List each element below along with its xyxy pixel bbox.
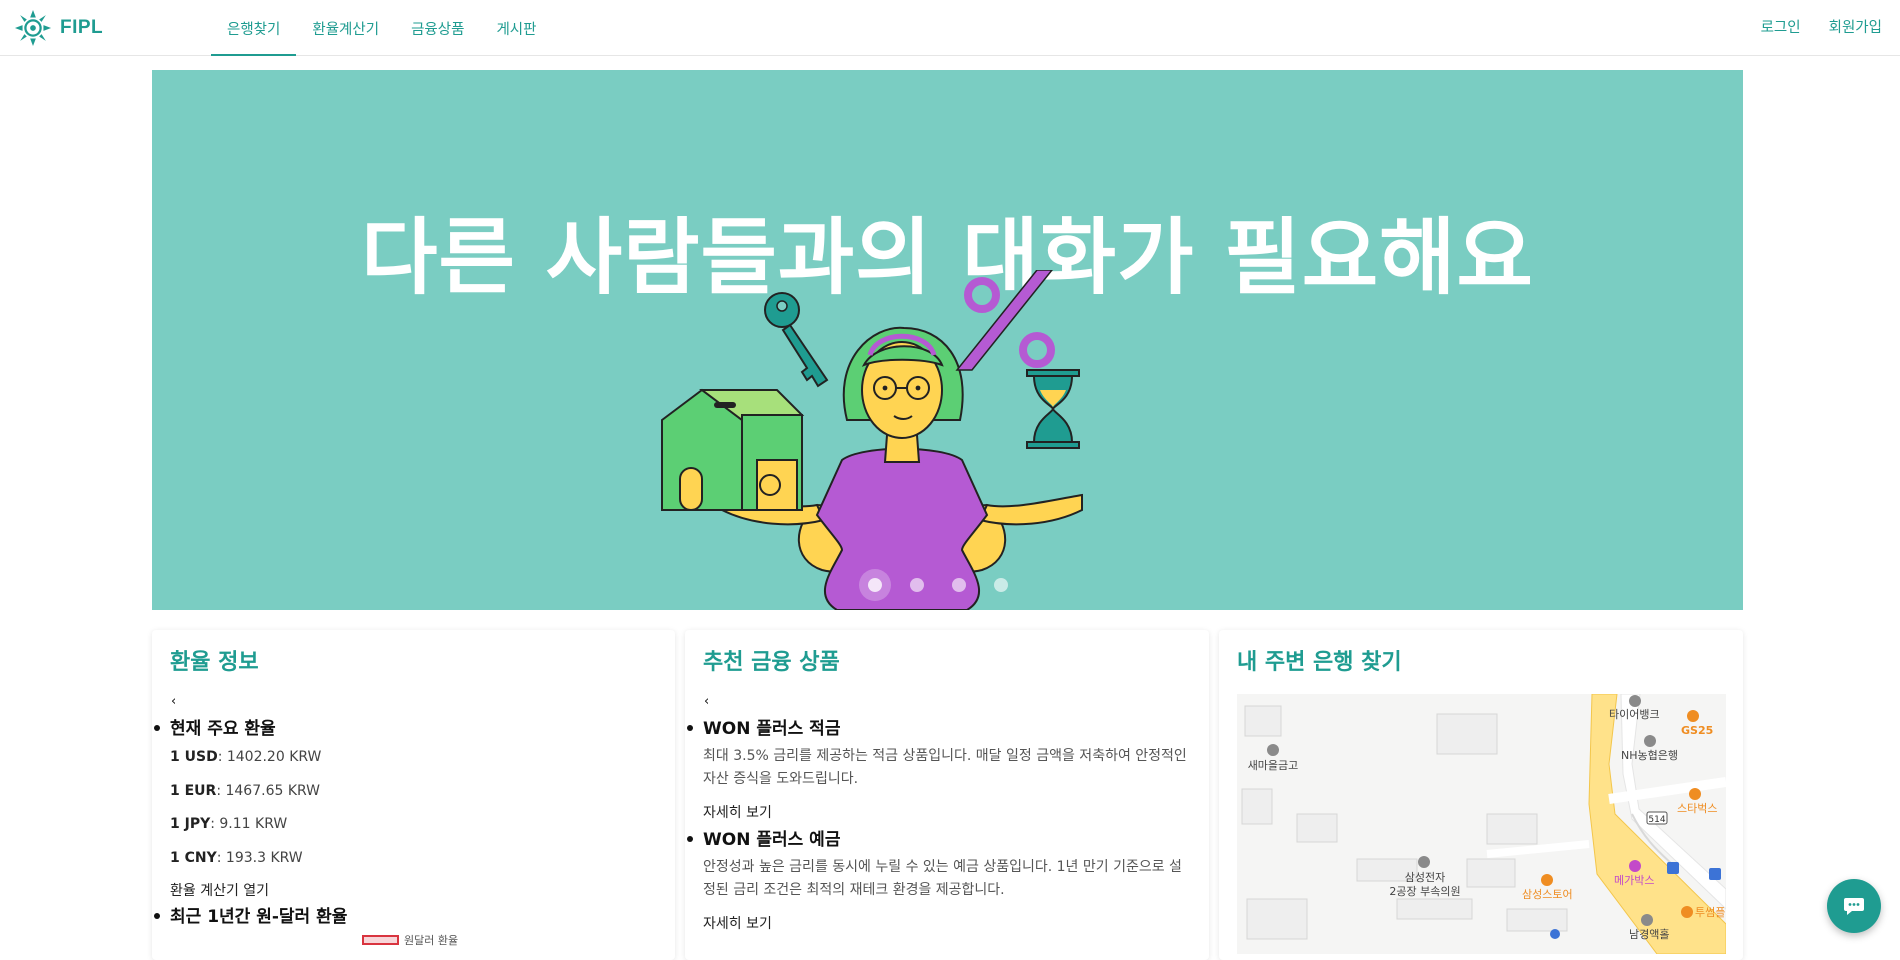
bus-stop-icon[interactable] (1709, 868, 1721, 880)
bullet-icon (154, 913, 160, 919)
chart-legend-swatch (362, 935, 399, 945)
product-name-2: WON 플러스 예금 (703, 830, 841, 850)
product-name-1: WON 플러스 적금 (703, 719, 841, 739)
svg-text:NH농협은행: NH농협은행 (1621, 749, 1678, 762)
svg-text:타이어뱅크: 타이어뱅크 (1609, 708, 1660, 721)
nav-financial-products[interactable]: 금융상품 (395, 0, 480, 56)
nearby-bank-card: 내 주변 은행 찾기 514 새마을금고 타이어뱅크 GS25 NH농협은행 스… (1219, 630, 1743, 960)
open-calculator-link[interactable]: 환율 계산기 열기 (170, 880, 269, 900)
yearly-rate-heading: 최근 1년간 원-달러 환율 (170, 907, 348, 927)
bank-map[interactable]: 514 새마을금고 타이어뱅크 GS25 NH농협은행 스타벅스 삼성전자 2공… (1237, 694, 1726, 954)
product-more-link-2[interactable]: 자세히 보기 (703, 913, 772, 933)
main-menu: 은행찾기 환율계산기 금융상품 게시판 (211, 0, 552, 56)
bus-stop-icon[interactable] (1667, 862, 1679, 874)
svg-text:남경액홀: 남경액홀 (1629, 928, 1669, 941)
rate-jpy: 1 JPY: 9.11 KRW (170, 816, 288, 832)
svg-text:새마을금고: 새마을금고 (1248, 759, 1299, 772)
nav-board[interactable]: 게시판 (480, 0, 552, 56)
carousel-dot-1[interactable] (867, 578, 882, 592)
svg-text:투썸플: 투썸플 (1695, 906, 1725, 919)
top-navbar: FIPL 은행찾기 환율계산기 금융상품 게시판 로그인 회원가입 (0, 0, 1900, 56)
rate-cny: 1 CNY: 193.3 KRW (170, 850, 303, 866)
products-prev-arrow-icon[interactable]: ‹ (704, 694, 709, 709)
carousel-dot-2[interactable] (909, 578, 924, 592)
product-desc-2: 안정성과 높은 금리를 동시에 누릴 수 있는 예금 상품입니다. 1년 만기 … (703, 859, 1182, 898)
rate-eur: 1 EUR: 1467.65 KRW (170, 783, 321, 799)
auth-links: 로그인 회원가입 (1761, 0, 1882, 52)
bullet-icon (687, 836, 693, 842)
fipl-logo-icon (14, 9, 52, 47)
hero-illustration (661, 270, 1083, 610)
exchange-card-title: 환율 정보 (170, 650, 259, 675)
chat-button[interactable] (1827, 879, 1881, 933)
bullet-icon (687, 725, 693, 731)
nav-find-bank[interactable]: 은행찾기 (211, 0, 297, 56)
product-desc-1: 최대 3.5% 금리를 제공하는 적금 상품입니다. 매달 일정 금액을 저축하… (703, 748, 1187, 787)
brand-home-link[interactable]: FIPL (14, 8, 103, 48)
product-more-link-1[interactable]: 자세히 보기 (703, 802, 772, 822)
chart-legend-label: 원달러 환율 (404, 934, 459, 947)
svg-text:삼성스토어: 삼성스토어 (1522, 888, 1573, 901)
nearby-card-title: 내 주변 은행 찾기 (1237, 650, 1402, 675)
bullet-icon (154, 725, 160, 731)
current-rates-heading: 현재 주요 환율 (170, 719, 276, 739)
exchange-info-card: 환율 정보 ‹ 현재 주요 환율 1 USD: 1402.20 KRW 1 EU… (152, 630, 675, 960)
carousel-indicators (152, 578, 1733, 592)
login-link[interactable]: 로그인 (1761, 16, 1801, 37)
signup-link[interactable]: 회원가입 (1829, 16, 1882, 37)
svg-text:2공장 부속의원: 2공장 부속의원 (1389, 885, 1460, 898)
svg-text:스타벅스: 스타벅스 (1677, 802, 1717, 815)
chat-bubble-icon (1844, 898, 1864, 915)
products-card-title: 추천 금융 상품 (703, 650, 840, 675)
rate-usd: 1 USD: 1402.20 KRW (170, 749, 322, 765)
hero-carousel: 다른 사람들과의 대화가 필요해요 (152, 70, 1743, 610)
svg-text:메가박스: 메가박스 (1614, 874, 1654, 887)
subway-icon (1550, 929, 1560, 939)
brand-name: FIPL (60, 17, 104, 38)
road-number-label: 514 (1648, 815, 1665, 825)
recommended-products-card: 추천 금융 상품 ‹ WON 플러스 적금 최대 3.5% 금리를 제공하는 적… (685, 630, 1209, 960)
exchange-prev-arrow-icon[interactable]: ‹ (171, 694, 176, 709)
nav-exchange-calculator[interactable]: 환율계산기 (296, 0, 395, 56)
carousel-dot-4[interactable] (993, 578, 1008, 592)
poi-twosome[interactable]: 투썸플 (1681, 906, 1725, 919)
map-canvas: 514 새마을금고 타이어뱅크 GS25 NH농협은행 스타벅스 삼성전자 2공… (1237, 694, 1726, 954)
svg-text:GS25: GS25 (1681, 724, 1713, 737)
svg-text:삼성전자: 삼성전자 (1405, 871, 1445, 884)
carousel-dot-3[interactable] (951, 578, 966, 592)
